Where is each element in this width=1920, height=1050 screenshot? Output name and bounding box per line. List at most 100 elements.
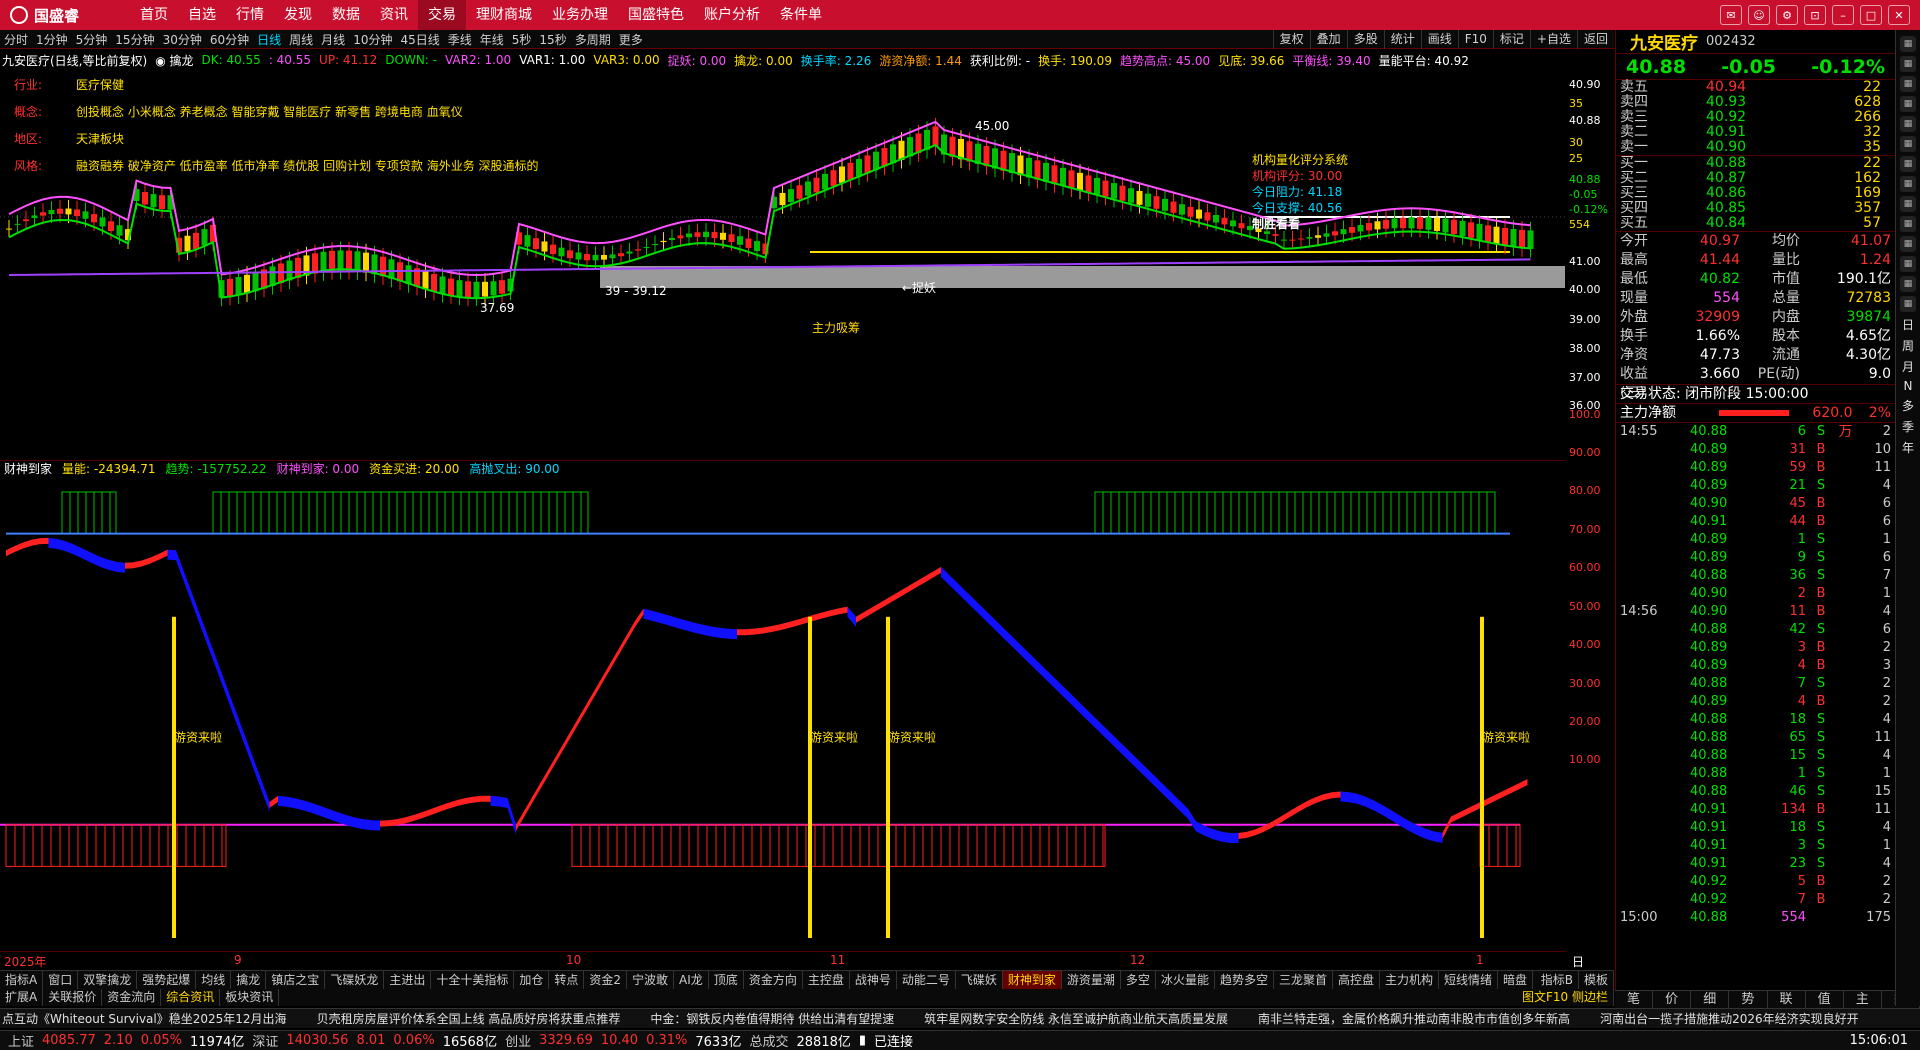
- sidebar-tool-icon[interactable]: ▦: [1900, 216, 1916, 232]
- period-5[interactable]: 60分钟: [206, 31, 253, 48]
- sidebar-period-0[interactable]: 日: [1900, 316, 1916, 333]
- indicator-tab-22[interactable]: 游资量潮: [1062, 971, 1121, 989]
- tick-list[interactable]: 14:55 40.88 6 S 2 40.89 31 B 10 40.89 59 B 11 40.89 21…: [1616, 423, 1895, 927]
- indicator-tab-9[interactable]: 十全十美指标: [431, 971, 515, 989]
- book-row[interactable]: 买二 40.87 162: [1616, 171, 1895, 186]
- indicator-tab-2[interactable]: 双擎擒龙: [78, 971, 138, 989]
- period-0[interactable]: 分时: [0, 31, 32, 48]
- period-10[interactable]: 45日线: [396, 31, 443, 48]
- sidebar-tool-icon[interactable]: ▦: [1900, 276, 1916, 292]
- book-row[interactable]: 买三 40.86 169: [1616, 186, 1895, 201]
- sidebar-period-3[interactable]: N: [1900, 379, 1916, 393]
- quote-tab-4[interactable]: 联: [1768, 991, 1806, 1008]
- period-9[interactable]: 10分钟: [349, 31, 396, 48]
- indicator-tab-26[interactable]: 三龙聚首: [1274, 971, 1333, 989]
- period-3[interactable]: 15分钟: [111, 31, 158, 48]
- period-16[interactable]: 更多: [615, 31, 647, 48]
- menu-item-6[interactable]: 交易: [418, 0, 466, 30]
- indicator-tab-12[interactable]: 资金2: [584, 971, 628, 989]
- indicator-tab-30[interactable]: 暗盘: [1498, 971, 1534, 989]
- indicator-tab-19[interactable]: 动能二号: [897, 971, 956, 989]
- quote-tab-1[interactable]: 价: [1653, 991, 1692, 1008]
- book-row[interactable]: 卖四 40.93 628: [1616, 95, 1895, 110]
- indicator-tab-14[interactable]: AI龙: [674, 971, 709, 989]
- info-tab-1[interactable]: 关联报价: [43, 989, 103, 1006]
- sidebar-tool-icon[interactable]: ▦: [1900, 36, 1916, 52]
- book-row[interactable]: 买一 40.88 22: [1616, 156, 1895, 171]
- indicator-tab-7[interactable]: 飞碟妖龙: [325, 971, 385, 989]
- news-item[interactable]: 贝壳租房房屋评价体系全国上线 高品质好房将获重点推荐: [317, 1010, 621, 1027]
- lock-icon[interactable]: ⊡: [1804, 5, 1826, 25]
- indicator-tab-3[interactable]: 强势起爆: [137, 971, 197, 989]
- close-icon[interactable]: ✕: [1888, 5, 1910, 25]
- indicator-tab-21[interactable]: 财神到家: [1002, 971, 1062, 989]
- period-6[interactable]: 日线: [253, 31, 285, 48]
- book-row[interactable]: 卖二 40.91 32: [1616, 125, 1895, 140]
- tool-5[interactable]: F10: [1457, 30, 1493, 49]
- sidebar-tool-icon[interactable]: ▦: [1900, 296, 1916, 312]
- menu-item-2[interactable]: 行情: [226, 0, 274, 30]
- sidebar-tool-icon[interactable]: ▦: [1900, 236, 1916, 252]
- period-2[interactable]: 5分钟: [72, 31, 112, 48]
- indicator-tab-10[interactable]: 加仓: [514, 971, 550, 989]
- indicator-tab-16[interactable]: 资金方向: [744, 971, 803, 989]
- tool-3[interactable]: 统计: [1383, 30, 1421, 49]
- quote-tab-3[interactable]: 势: [1729, 991, 1768, 1008]
- sidebar-period-6[interactable]: 年: [1900, 439, 1916, 456]
- sidebar-tool-icon[interactable]: ▦: [1900, 196, 1916, 212]
- book-row[interactable]: 卖一 40.90 35: [1616, 140, 1895, 155]
- indicator-tab-24[interactable]: 冰火量能: [1156, 971, 1215, 989]
- news-item[interactable]: 筑牢星网数字安全防线 永信至诚护航商业航天高质量发展: [924, 1010, 1228, 1027]
- quote-tab-6[interactable]: 主: [1844, 991, 1882, 1008]
- sidebar-tool-icon[interactable]: ▦: [1900, 156, 1916, 172]
- sidebar-tool-icon[interactable]: ▦: [1900, 136, 1916, 152]
- period-13[interactable]: 5秒: [508, 31, 536, 48]
- sidebar-tool-icon[interactable]: ▦: [1900, 116, 1916, 132]
- settings-icon[interactable]: ⚙: [1776, 5, 1798, 25]
- menu-item-3[interactable]: 发现: [274, 0, 322, 30]
- indicator-tab-28[interactable]: 主力机构: [1380, 971, 1440, 989]
- tool-2[interactable]: 多股: [1346, 30, 1384, 49]
- maximize-icon[interactable]: □: [1860, 5, 1882, 25]
- book-row[interactable]: 买五 40.84 57: [1616, 216, 1895, 231]
- indicator-tab-20[interactable]: 飞碟妖: [956, 971, 1003, 989]
- menu-item-5[interactable]: 资讯: [370, 0, 418, 30]
- tool-6[interactable]: 标记: [1492, 30, 1530, 49]
- sidebar-tool-icon[interactable]: ▦: [1900, 96, 1916, 112]
- indicator-tab-6[interactable]: 镇店之宝: [266, 971, 326, 989]
- sub-indicator-chart[interactable]: 游资来啦 游资来啦 游资来啦 游资来啦: [0, 476, 1565, 950]
- period-8[interactable]: 月线: [317, 31, 349, 48]
- info-tab-0[interactable]: 扩展A: [0, 989, 44, 1006]
- f10-sidebar-tab[interactable]: 图文F10 侧边栏: [1517, 989, 1614, 1006]
- period-11[interactable]: 季线: [444, 31, 476, 48]
- period-4[interactable]: 30分钟: [159, 31, 206, 48]
- period-12[interactable]: 年线: [476, 31, 508, 48]
- period-7[interactable]: 周线: [285, 31, 317, 48]
- menu-item-8[interactable]: 业务办理: [542, 0, 618, 30]
- sidebar-period-5[interactable]: 季: [1900, 418, 1916, 435]
- indicator-tab-1[interactable]: 窗口: [43, 971, 79, 989]
- indicator-tab-8[interactable]: 主进出: [384, 971, 432, 989]
- news-item[interactable]: 南非兰特走强，金属价格飙升推动南非股市市值创多年新高: [1258, 1010, 1570, 1027]
- indicator-tab-27[interactable]: 高控盘: [1333, 971, 1380, 989]
- sidebar-tool-icon[interactable]: ▦: [1900, 176, 1916, 192]
- indicator-tab-13[interactable]: 宁波敢: [627, 971, 675, 989]
- period-14[interactable]: 15秒: [535, 31, 570, 48]
- indicator-tab-right-0[interactable]: 指标B: [1536, 971, 1579, 989]
- indicator-tab-0[interactable]: 指标A: [0, 971, 44, 989]
- message-icon[interactable]: ✉: [1720, 5, 1742, 25]
- book-row[interactable]: 卖五 40.94 22: [1616, 80, 1895, 95]
- menu-item-4[interactable]: 数据: [322, 0, 370, 30]
- news-item[interactable]: 中金：钢铁反内卷值得期待 供给出清有望提速: [650, 1010, 894, 1027]
- indicator-tab-15[interactable]: 顶底: [709, 971, 744, 989]
- menu-item-1[interactable]: 自选: [178, 0, 226, 30]
- menu-item-0[interactable]: 首页: [130, 0, 178, 30]
- tool-0[interactable]: 复权: [1272, 30, 1310, 49]
- indicator-tab-29[interactable]: 短线情绪: [1439, 971, 1499, 989]
- sidebar-tool-icon[interactable]: ▦: [1900, 256, 1916, 272]
- tool-8[interactable]: 返回: [1576, 30, 1614, 49]
- indicator-tab-5[interactable]: 擒龙: [231, 971, 267, 989]
- menu-item-10[interactable]: 账户分析: [694, 0, 770, 30]
- quote-tab-2[interactable]: 细: [1691, 991, 1730, 1008]
- news-item[interactable]: 河南出台一揽子措施推动2026年经济实现良好开: [1600, 1010, 1859, 1027]
